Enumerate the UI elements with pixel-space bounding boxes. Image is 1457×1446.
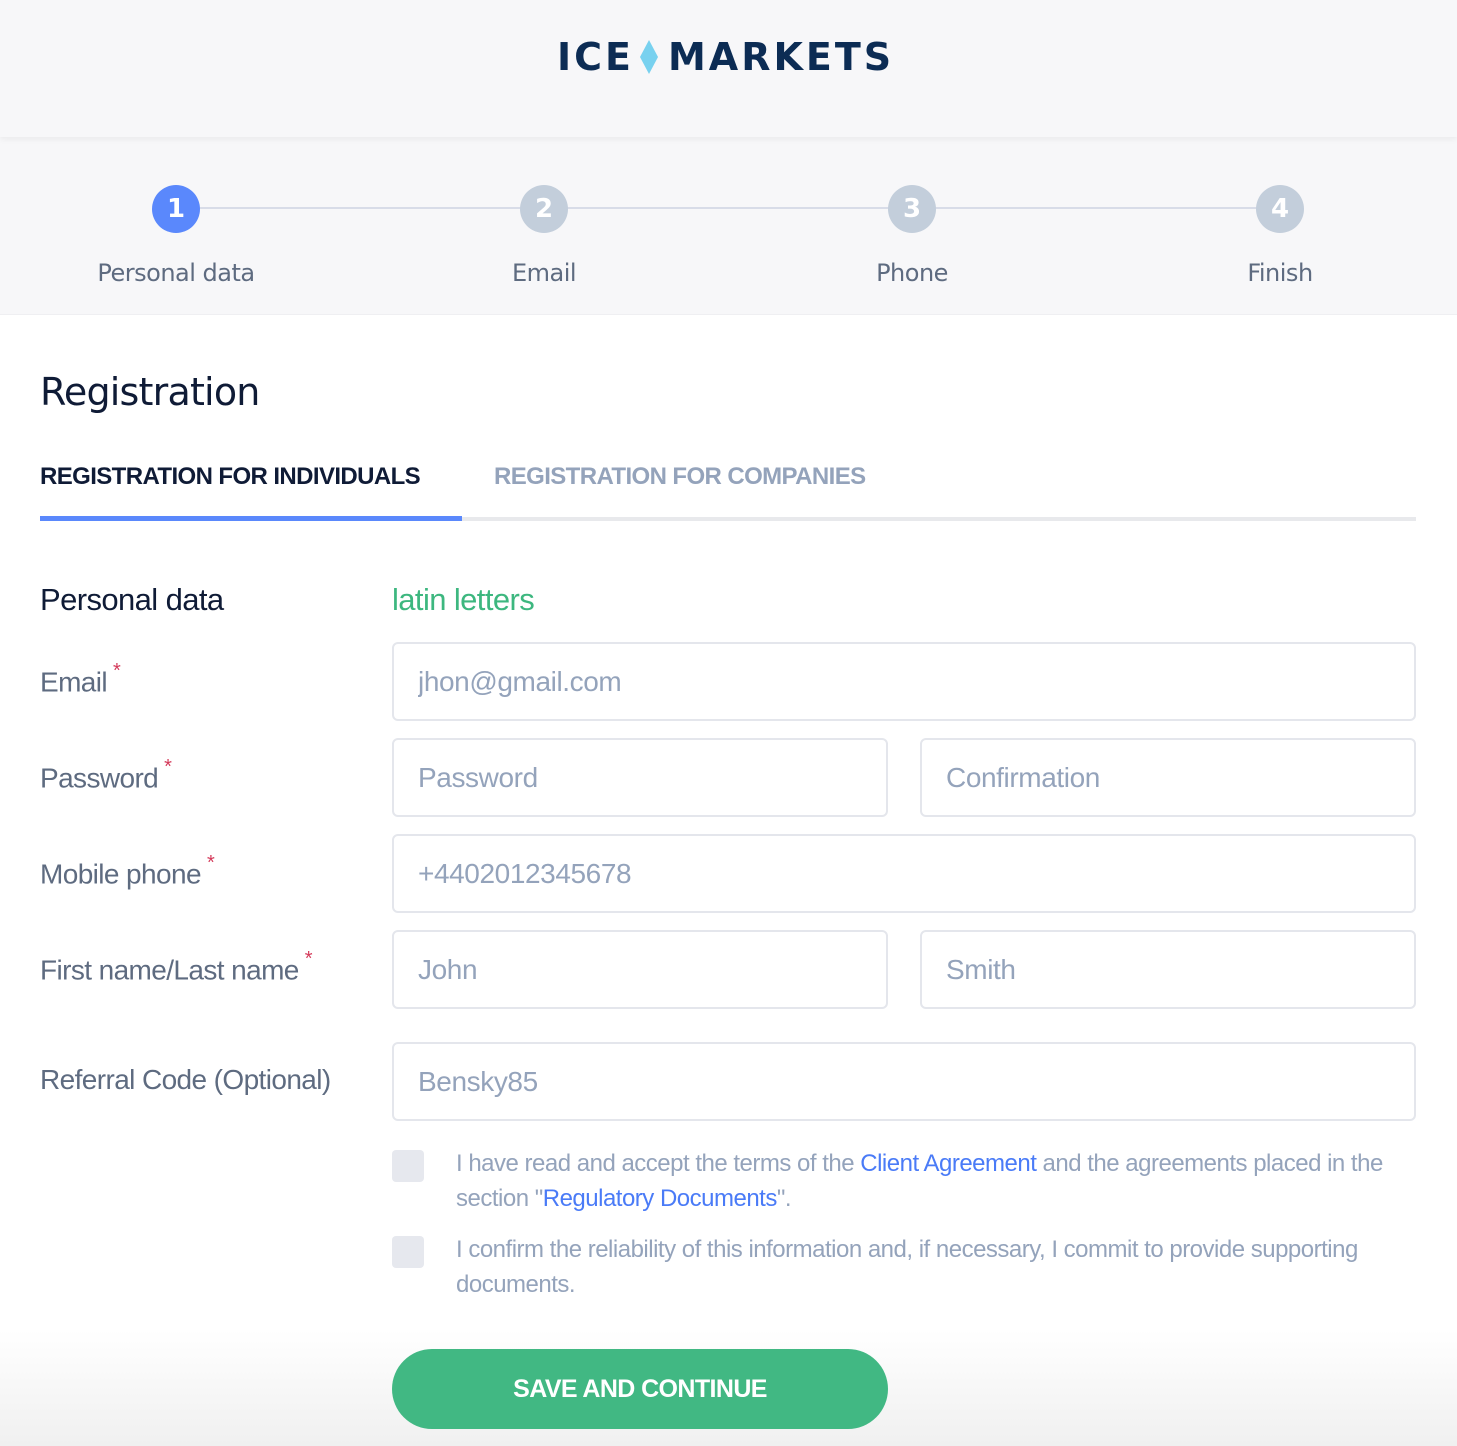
reliability-confirmation-text: I confirm the reliability of this inform… bbox=[456, 1236, 1358, 1298]
email-label-text: Email bbox=[40, 666, 108, 698]
step-number-badge: 1 bbox=[152, 185, 200, 233]
registration-type-tabs: REGISTRATION FOR INDIVIDUALS REGISTRATIO… bbox=[40, 455, 1416, 521]
step-label: Finish bbox=[1247, 259, 1313, 287]
password-label: Password * bbox=[40, 756, 172, 794]
password-label-text: Password bbox=[40, 762, 159, 794]
header: ICE MARKETS bbox=[0, 0, 1457, 137]
step-number-badge: 4 bbox=[1256, 185, 1304, 233]
mobile-phone-input[interactable] bbox=[392, 834, 1416, 913]
email-input[interactable] bbox=[392, 642, 1416, 721]
registration-stepper: 1 Personal data 2 Email 3 Phone 4 Finish bbox=[0, 137, 1457, 315]
client-agreement-row: I have read and accept the terms of the … bbox=[392, 1146, 1422, 1218]
step-finish: 4 Finish bbox=[1180, 185, 1380, 287]
step-phone: 3 Phone bbox=[812, 185, 1012, 287]
email-label: Email * bbox=[40, 660, 121, 698]
step-number-badge: 2 bbox=[520, 185, 568, 233]
first-last-name-label: First name/Last name * bbox=[40, 948, 313, 986]
step-email: 2 Email bbox=[444, 185, 644, 287]
page-title: Registration bbox=[40, 370, 260, 414]
referral-code-label-text: Referral Code (Optional) bbox=[40, 1064, 331, 1095]
latin-letters-hint: latin letters bbox=[392, 582, 535, 617]
password-input[interactable] bbox=[392, 738, 888, 817]
agreement-text-part: ". bbox=[776, 1185, 792, 1212]
password-confirmation-input[interactable] bbox=[920, 738, 1416, 817]
required-asterisk: * bbox=[113, 660, 121, 682]
diamond-icon bbox=[639, 40, 658, 74]
required-asterisk: * bbox=[304, 948, 313, 970]
tab-individuals[interactable]: REGISTRATION FOR INDIVIDUALS bbox=[40, 463, 421, 491]
step-personal-data: 1 Personal data bbox=[76, 185, 276, 287]
save-and-continue-button[interactable]: SAVE AND CONTINUE bbox=[392, 1349, 888, 1429]
brand-name-left: ICE bbox=[557, 35, 634, 79]
step-label: Phone bbox=[876, 259, 948, 287]
referral-code-input[interactable] bbox=[392, 1042, 1416, 1121]
agreement-text-part: I have read and accept the terms of the bbox=[456, 1150, 861, 1177]
first-name-input[interactable] bbox=[392, 930, 888, 1009]
referral-code-label: Referral Code (Optional) bbox=[40, 1064, 331, 1096]
mobile-phone-label-text: Mobile phone bbox=[40, 858, 202, 890]
brand-logo[interactable]: ICE MARKETS bbox=[557, 34, 894, 80]
client-agreement-text: I have read and accept the terms of the … bbox=[456, 1146, 1426, 1216]
brand-name-right: MARKETS bbox=[667, 35, 895, 79]
first-last-name-label-text: First name/Last name bbox=[40, 954, 299, 986]
tab-companies[interactable]: REGISTRATION FOR COMPANIES bbox=[494, 463, 866, 491]
active-tab-indicator bbox=[40, 516, 462, 521]
step-label: Personal data bbox=[97, 259, 255, 287]
stepper-connector-line bbox=[176, 207, 1280, 209]
reliability-confirmation-checkbox[interactable] bbox=[392, 1236, 424, 1268]
required-asterisk: * bbox=[164, 756, 172, 778]
mobile-phone-label: Mobile phone * bbox=[40, 852, 215, 890]
step-number-badge: 3 bbox=[888, 185, 936, 233]
client-agreement-checkbox[interactable] bbox=[392, 1150, 424, 1182]
required-asterisk: * bbox=[206, 852, 215, 874]
last-name-input[interactable] bbox=[920, 930, 1416, 1009]
section-title: Personal data bbox=[40, 582, 224, 617]
regulatory-documents-link[interactable]: Regulatory Documents bbox=[543, 1185, 778, 1212]
client-agreement-link[interactable]: Client Agreement bbox=[860, 1150, 1037, 1177]
reliability-confirmation-row: I confirm the reliability of this inform… bbox=[392, 1232, 1422, 1304]
step-label: Email bbox=[511, 259, 577, 287]
